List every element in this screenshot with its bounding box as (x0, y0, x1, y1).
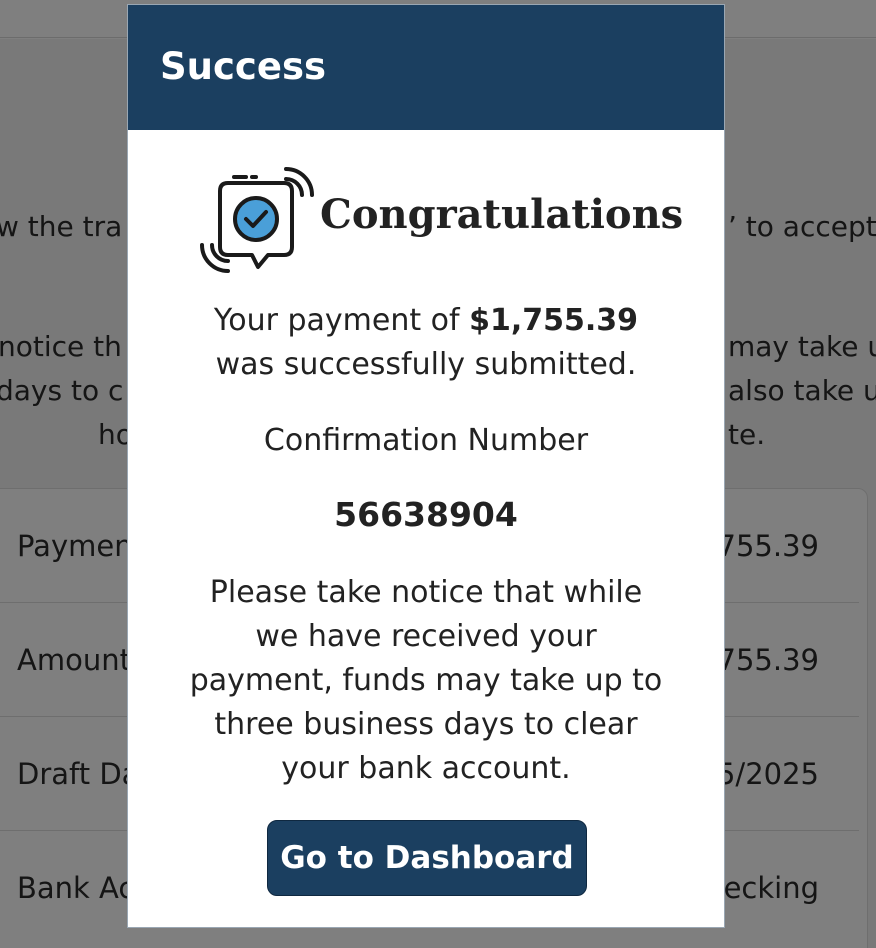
chat-bubble-check-icon (200, 167, 314, 273)
success-modal: Success Congratulations Your payment of … (127, 4, 725, 928)
notice-line: we have received your (255, 619, 597, 654)
notice-line: payment, funds may take up to (189, 663, 663, 698)
modal-header: Success (128, 5, 724, 130)
confirmation-number: 56638904 (334, 495, 518, 534)
modal-title: Success (160, 45, 326, 88)
congrats-heading: Congratulations (320, 191, 684, 238)
congrats-banner: Congratulations (194, 161, 683, 281)
payment-message: Your payment of $1,755.39 was successful… (128, 299, 724, 387)
payment-amount: $1,755.39 (469, 303, 639, 338)
clearing-notice: Please take notice that while we have re… (128, 571, 724, 791)
notice-line: your bank account. (281, 751, 571, 786)
go-to-dashboard-button[interactable]: Go to Dashboard (267, 820, 587, 896)
page: w the tra ’ to accept notice th may take… (0, 0, 876, 948)
confirmation-label: Confirmation Number (263, 423, 589, 458)
payment-line-2: was successfully submitted. (215, 347, 637, 382)
payment-prefix: Your payment of (213, 303, 460, 338)
payment-line-1: Your payment of $1,755.39 (128, 299, 724, 343)
notice-line: three business days to clear (214, 707, 638, 742)
notice-line: Please take notice that while (209, 575, 643, 610)
